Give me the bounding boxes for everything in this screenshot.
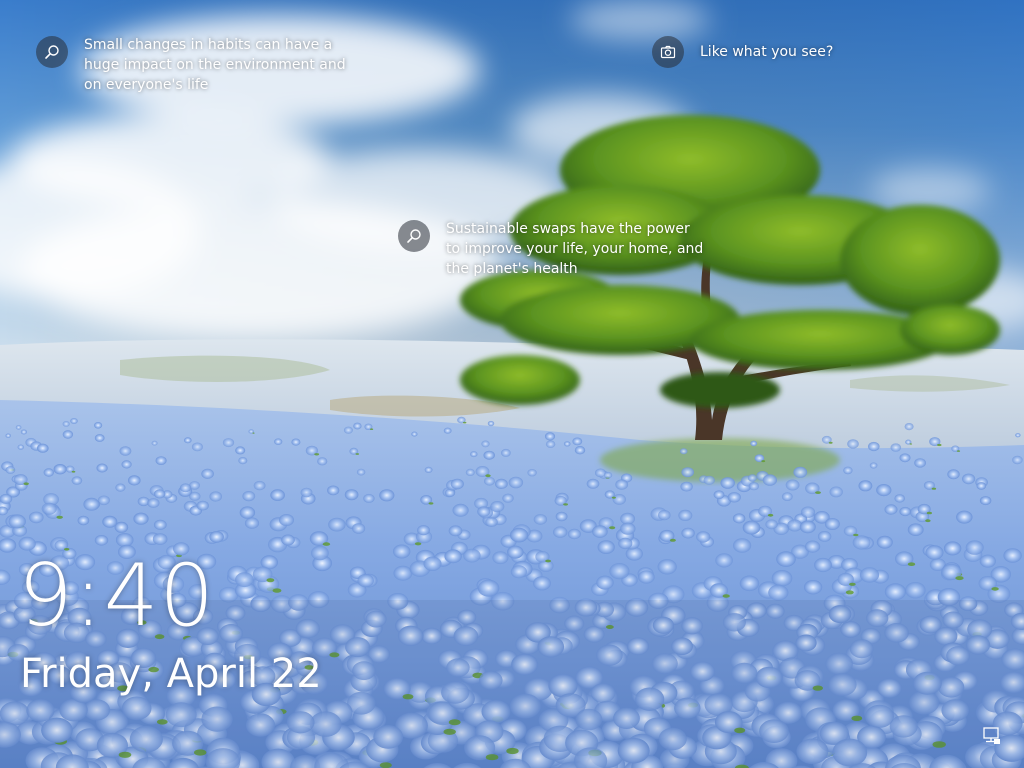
camera-icon[interactable] bbox=[652, 36, 684, 68]
lock-screen[interactable]: Small changes in habits can have a huge … bbox=[0, 0, 1024, 768]
hotspot-text: Sustainable swaps have the power to impr… bbox=[446, 221, 704, 277]
lock-clock: 9:40 bbox=[18, 546, 216, 646]
spotlight-hotspot-2[interactable]: Sustainable swaps have the power to impr… bbox=[398, 220, 706, 279]
lock-date: Friday, April 22 bbox=[20, 651, 322, 697]
hotspot-text: Small changes in habits can have a huge … bbox=[84, 37, 346, 93]
search-icon[interactable] bbox=[398, 220, 430, 252]
spotlight-hotspot-1[interactable]: Small changes in habits can have a huge … bbox=[36, 36, 364, 95]
like-what-you-see-prompt[interactable]: Like what you see? bbox=[652, 36, 900, 68]
hotspot-text: Like what you see? bbox=[700, 44, 834, 60]
network-icon[interactable] bbox=[982, 726, 1002, 746]
search-icon[interactable] bbox=[36, 36, 68, 68]
